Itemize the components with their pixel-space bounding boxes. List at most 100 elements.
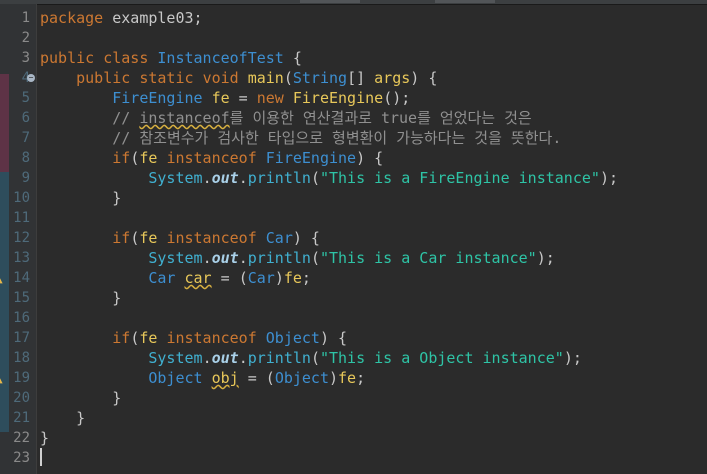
punctuation: { bbox=[283, 49, 302, 67]
line-number: 3 bbox=[21, 50, 30, 66]
keyword: instanceof bbox=[166, 149, 257, 167]
line-number: 9 bbox=[21, 170, 30, 186]
code-line: } bbox=[40, 428, 49, 448]
punctuation: ); bbox=[536, 249, 555, 267]
class-name: System bbox=[148, 169, 203, 187]
punctuation: ( bbox=[310, 349, 320, 367]
package-name: example03; bbox=[103, 9, 203, 27]
warning-icon[interactable]: ▲ bbox=[0, 374, 8, 386]
line-number: 1 bbox=[21, 10, 30, 26]
string-literal: "This is a Object instance" bbox=[319, 349, 564, 367]
variable: fe bbox=[338, 369, 357, 387]
keyword: instanceof bbox=[166, 229, 257, 247]
variable: fe bbox=[139, 329, 158, 347]
operator: = bbox=[211, 269, 239, 287]
code-line: // 참조변수가 검사한 타입으로 형변환이 가능하다는 것을 뜻한다. bbox=[40, 128, 561, 148]
class-name: FireEngine bbox=[112, 89, 203, 107]
punctuation: [] bbox=[347, 69, 375, 87]
code-line: if(fe instanceof Car) { bbox=[40, 228, 320, 248]
keyword: void bbox=[202, 69, 239, 87]
keyword: instanceof bbox=[166, 329, 257, 347]
editor-tab-edge[interactable] bbox=[300, 0, 360, 3]
string-literal: "This is a Car instance" bbox=[319, 249, 537, 267]
punctuation: ( bbox=[310, 169, 320, 187]
code-line: System.out.println("This is a Object ins… bbox=[40, 348, 582, 368]
punctuation: ( bbox=[283, 69, 293, 87]
class-name: System bbox=[148, 249, 203, 267]
punctuation: . bbox=[238, 249, 248, 267]
code-editor[interactable]: package example03; public class Instance… bbox=[40, 8, 707, 474]
punctuation: . bbox=[202, 349, 212, 367]
closing-brace: } bbox=[112, 289, 122, 307]
code-line: } bbox=[40, 288, 121, 308]
class-name: System bbox=[148, 349, 203, 367]
punctuation: ( bbox=[238, 269, 248, 287]
punctuation: . bbox=[202, 169, 212, 187]
punctuation: ( bbox=[130, 229, 140, 247]
keyword: package bbox=[40, 9, 104, 27]
punctuation: ( bbox=[265, 369, 275, 387]
variable: fe bbox=[139, 229, 158, 247]
class-name: Car bbox=[148, 269, 176, 287]
punctuation: ( bbox=[130, 149, 140, 167]
punctuation: ); bbox=[563, 349, 582, 367]
code-line: } bbox=[40, 408, 85, 428]
line-number: 18 bbox=[13, 350, 30, 366]
operator: = bbox=[229, 89, 257, 107]
punctuation: . bbox=[238, 349, 248, 367]
punctuation: ) { bbox=[356, 149, 384, 167]
line-number-gutter[interactable]: 1 2 3 4 5 6 7 8 9 10 11 12 13 14 15 16 1… bbox=[0, 4, 37, 474]
class-name: InstanceofTest bbox=[157, 49, 284, 67]
code-line: package example03; bbox=[40, 8, 203, 28]
static-field: out bbox=[211, 349, 239, 367]
warning-icon[interactable]: ▲ bbox=[0, 274, 8, 286]
keyword: class bbox=[103, 49, 149, 67]
comment-spellcheck-word: instanceof bbox=[139, 109, 230, 127]
class-name: Object bbox=[148, 369, 203, 387]
line-number: 7 bbox=[21, 130, 30, 146]
code-line: } bbox=[40, 188, 121, 208]
keyword: if bbox=[112, 149, 131, 167]
comment: // bbox=[112, 109, 140, 127]
editor-tab-edge[interactable] bbox=[435, 0, 495, 3]
punctuation: . bbox=[238, 169, 248, 187]
punctuation: ; bbox=[356, 369, 366, 387]
punctuation: ) { bbox=[292, 229, 320, 247]
class-name: FireEngine bbox=[265, 149, 357, 167]
unused-variable: car bbox=[184, 269, 212, 287]
closing-brace: } bbox=[112, 189, 122, 207]
code-line: FireEngine fe = new FireEngine(); bbox=[40, 88, 410, 108]
line-number: 20 bbox=[13, 390, 30, 406]
punctuation: ; bbox=[301, 269, 311, 287]
line-number: 4 bbox=[21, 70, 30, 86]
closing-brace: } bbox=[76, 409, 86, 427]
line-number: 6 bbox=[21, 110, 30, 126]
method-call: println bbox=[247, 249, 311, 267]
class-name: Object bbox=[265, 329, 320, 347]
line-number: 13 bbox=[13, 250, 30, 266]
class-name: Object bbox=[274, 369, 329, 387]
string-literal: "This is a FireEngine instance" bbox=[319, 169, 600, 187]
punctuation: ) bbox=[274, 269, 284, 287]
constructor: FireEngine bbox=[292, 89, 384, 107]
class-name: Car bbox=[265, 229, 293, 247]
keyword: public bbox=[40, 49, 95, 67]
punctuation: ) { bbox=[319, 329, 348, 347]
line-number: 12 bbox=[13, 230, 30, 246]
editor-tab-bar bbox=[0, 0, 707, 5]
punctuation: ) bbox=[329, 369, 339, 387]
punctuation: ( bbox=[130, 329, 140, 347]
method-name: main bbox=[247, 69, 284, 87]
method-call: println bbox=[247, 349, 311, 367]
fold-collapse-icon[interactable]: − bbox=[27, 74, 35, 82]
unused-variable: obj bbox=[211, 369, 239, 387]
punctuation: ) { bbox=[410, 69, 438, 87]
line-number: 5 bbox=[21, 90, 30, 106]
code-line: Object obj = (Object)fe; bbox=[40, 368, 365, 388]
line-number: 23 bbox=[13, 450, 30, 466]
line-number: 16 bbox=[13, 310, 30, 326]
keyword: public bbox=[76, 69, 131, 87]
text-cursor bbox=[40, 448, 42, 466]
line-number: 8 bbox=[21, 150, 30, 166]
line-number: 15 bbox=[13, 290, 30, 306]
